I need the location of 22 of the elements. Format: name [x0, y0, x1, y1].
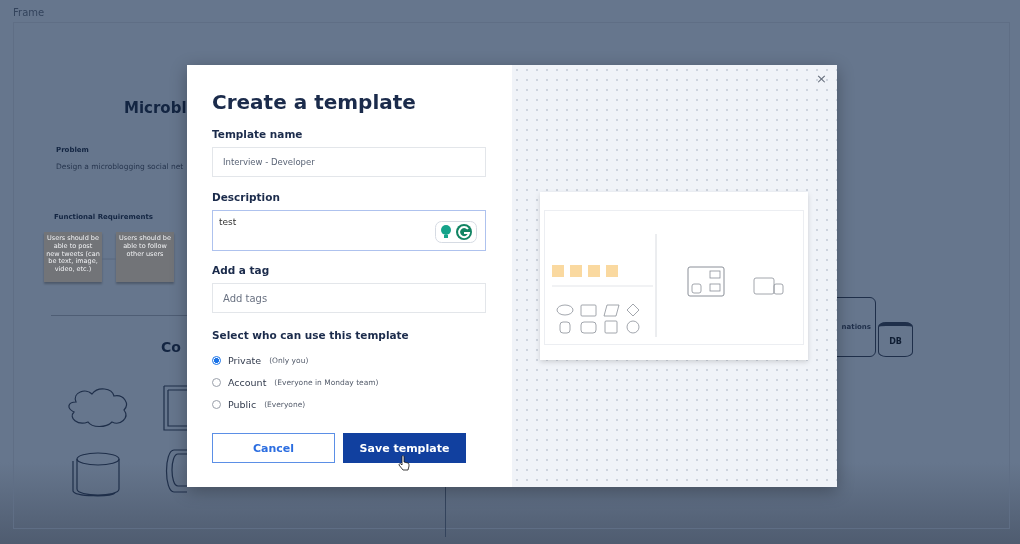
dialog-title: Create a template [212, 90, 417, 114]
tag-field[interactable]: Add tags [212, 283, 486, 313]
option-label[interactable]: Public [228, 399, 257, 410]
hand-cursor-icon [398, 455, 410, 471]
board-title: Microbl [124, 99, 187, 117]
extension-badge-drawing[interactable] [435, 221, 477, 243]
name-field[interactable]: Interview - Developer [212, 147, 486, 177]
option-label[interactable]: Account [228, 377, 267, 388]
field-label: Template name [212, 128, 304, 140]
field-label: Description [212, 191, 281, 203]
field-label: Add a tag [212, 264, 271, 276]
description-field[interactable]: test [212, 210, 486, 251]
cylinder-icon [71, 451, 121, 497]
document-icon [162, 384, 188, 432]
radio-button[interactable] [212, 356, 221, 365]
database-node: DB [878, 322, 913, 357]
option-label[interactable]: Private [228, 355, 262, 366]
audience-label: Select who can use this template [212, 329, 410, 341]
save-button[interactable]: Save template [343, 433, 466, 463]
cancel-button[interactable]: Cancel [212, 433, 335, 463]
section-title: Co [161, 339, 181, 355]
close-button[interactable]: × [816, 71, 827, 86]
